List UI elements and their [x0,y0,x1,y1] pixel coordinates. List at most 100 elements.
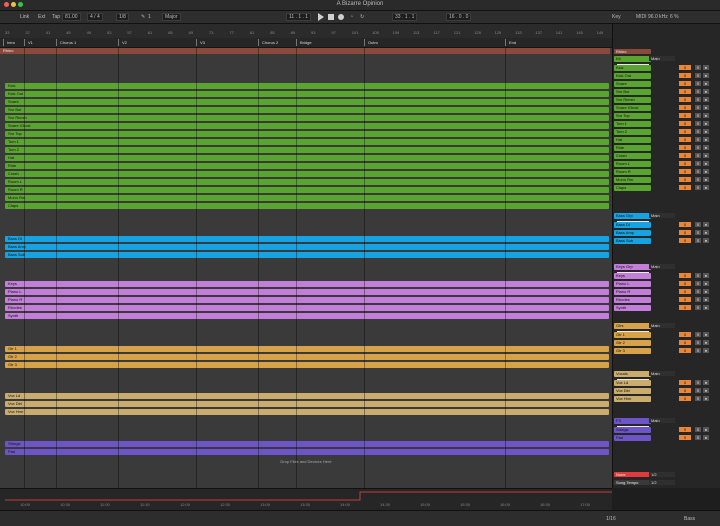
arm-button[interactable]: ● [703,169,709,174]
arm-button[interactable]: ● [703,222,709,227]
channel-volume[interactable]: 0 [679,89,691,94]
channel-name[interactable]: Gtr 2 [614,340,651,346]
solo-button[interactable]: S [695,230,701,235]
group-name[interactable]: Keys Grp [614,264,651,270]
arm-button[interactable]: ● [703,289,709,294]
arm-button[interactable]: ● [703,427,709,432]
audio-clip[interactable]: Piano L [5,289,609,295]
audio-clip[interactable]: Snare Ghost [5,123,609,129]
scale-select[interactable]: Major [162,13,181,21]
track-lane[interactable]: Gtr 1 [0,345,610,353]
metronome-icon[interactable]: ◔ [350,13,353,21]
bar-ruler[interactable]: 33 37 41 45 49 53 57 61 65 69 73 77 81 85 89 93 97 101 105… [0,24,612,39]
output-routing[interactable]: Main [649,418,675,423]
channel-volume[interactable]: 0 [679,340,691,345]
group-name[interactable]: Kit [614,56,651,62]
channel-volume[interactable]: 0 [679,145,691,150]
track-lane[interactable]: Vox Ld [0,392,610,400]
audio-clip[interactable]: Crash [5,171,609,177]
audio-clip[interactable]: Bass Amp [5,244,609,250]
track-lane[interactable]: Kick Out [0,90,610,98]
track-lane[interactable]: Snare Ghost [0,122,610,130]
track-lane[interactable]: Keys [0,280,610,288]
channel-name[interactable]: Crash [614,153,651,159]
track-lane[interactable]: Room L [0,178,610,186]
solo-button[interactable]: S [695,105,701,110]
solo-button[interactable]: S [695,427,701,432]
solo-button[interactable]: S [695,65,701,70]
channel-name[interactable]: Bass DI [614,222,651,228]
output-routing[interactable]: Main [649,323,675,328]
channel-name[interactable]: Synth [614,305,651,311]
audio-clip[interactable]: Room L [5,179,609,185]
loop-start-field[interactable]: 33 . 1 . 1 [392,13,418,21]
channel-name[interactable]: Snr Bot [614,89,651,95]
track-lane[interactable]: Mono Rm [0,194,610,202]
track-lane[interactable]: Ride [0,162,610,170]
channel-volume[interactable]: 0 [679,81,691,86]
channel-name[interactable]: Snare Ghost [614,105,651,111]
track-lane[interactable]: Vox Hrm [0,408,610,416]
track-lane[interactable]: Strings [0,440,610,448]
solo-button[interactable]: S [695,97,701,102]
channel-volume[interactable]: 0 [679,396,691,401]
channel-name[interactable]: Vox Ld [614,380,651,386]
solo-button[interactable]: S [695,238,701,243]
channel-volume[interactable]: 0 [679,332,691,337]
track-lane[interactable]: Snr Rimsh [0,114,610,122]
track-lane[interactable]: Bass Sub [0,251,610,259]
return-value[interactable]: 1/2 [649,480,675,485]
output-routing[interactable]: Main [649,371,675,376]
channel-name[interactable]: Gtr 3 [614,348,651,354]
locator-1[interactable]: V1 [24,39,33,46]
track-lane[interactable]: Snr Top [0,130,610,138]
arm-button[interactable]: ● [703,273,709,278]
group-name[interactable]: Vocals [614,371,651,377]
audio-clip[interactable]: Kick [5,83,609,89]
channel-volume[interactable]: 0 [679,305,691,310]
channel-volume[interactable]: 0 [679,297,691,302]
arm-button[interactable]: ● [703,113,709,118]
audio-clip[interactable]: Ride [5,163,609,169]
loop-length-field[interactable]: 16 . 0 . 0 [446,13,472,21]
channel-name[interactable]: Claps [614,185,651,191]
output-routing[interactable]: Main [649,56,675,61]
solo-button[interactable]: S [695,388,701,393]
pencil-icon[interactable]: ✎ [141,13,145,21]
arm-button[interactable]: ● [703,281,709,286]
channel-volume[interactable]: 0 [679,281,691,286]
solo-button[interactable]: S [695,129,701,134]
channel-volume[interactable]: 0 [679,348,691,353]
arm-button[interactable]: ● [703,332,709,337]
arm-button[interactable]: ● [703,65,709,70]
solo-button[interactable]: S [695,137,701,142]
solo-button[interactable]: S [695,185,701,190]
track-lane[interactable]: Vox Dbl [0,400,610,408]
track-lane[interactable]: Piano L [0,288,610,296]
audio-clip[interactable]: Rhodes [5,305,609,311]
solo-button[interactable]: S [695,396,701,401]
channel-name[interactable]: Tom 1 [614,121,651,127]
channel-name[interactable]: Kick [614,65,651,71]
arm-button[interactable]: ● [703,396,709,401]
audio-clip[interactable]: Room R [5,187,609,193]
loop-icon[interactable]: ↻ [360,13,364,21]
audio-clip[interactable]: Vox Hrm [5,409,609,415]
channel-name[interactable]: Vox Dbl [614,388,651,394]
channel-volume[interactable]: 0 [679,388,691,393]
solo-button[interactable]: S [695,177,701,182]
track-lane[interactable]: Bass DI [0,235,610,243]
solo-button[interactable]: S [695,73,701,78]
channel-volume[interactable]: 0 [679,230,691,235]
tap-tempo-button[interactable]: Tap [52,13,60,21]
solo-button[interactable]: S [695,169,701,174]
channel-volume[interactable]: 0 [679,97,691,102]
midi-map-button[interactable]: MIDI [636,13,647,21]
channel-volume[interactable]: 0 [679,435,691,440]
solo-button[interactable]: S [695,297,701,302]
channel-name[interactable]: Bass Sub [614,238,651,244]
channel-volume[interactable]: 0 [679,273,691,278]
track-lane[interactable]: Hat [0,154,610,162]
channel-volume[interactable]: 0 [679,65,691,70]
channel-name[interactable]: Pad [614,435,651,441]
